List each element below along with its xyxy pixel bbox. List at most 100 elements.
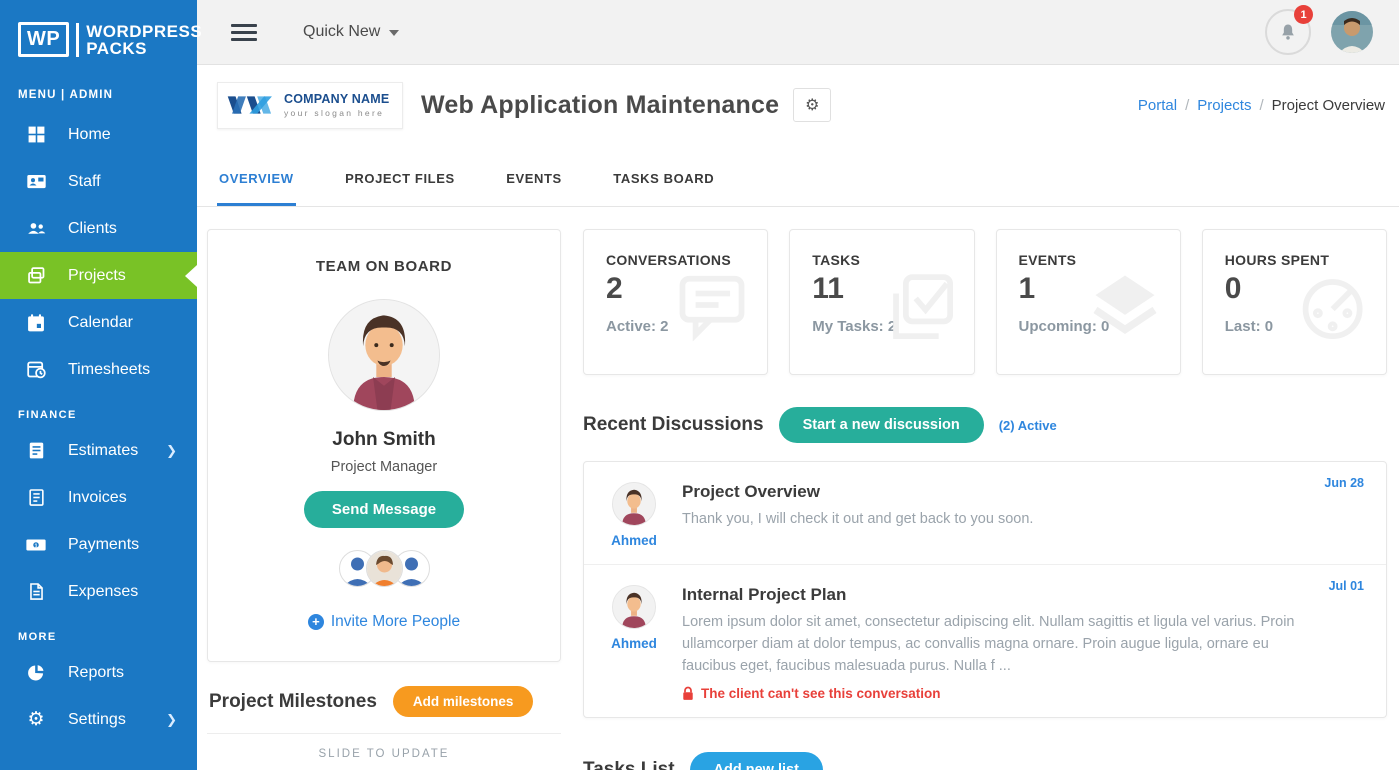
discussion-author[interactable]: Ahmed	[608, 533, 660, 548]
calendar-icon	[25, 312, 47, 334]
private-conversation-note: The client can't see this conversation	[682, 686, 1302, 701]
sidebar-item-expenses[interactable]: Expenses	[0, 568, 197, 615]
sidebar-item-timesheets[interactable]: Timesheets	[0, 346, 197, 393]
member-role: Project Manager	[228, 459, 540, 475]
logo-wp-mark: WP	[18, 22, 69, 57]
plus-icon: +	[308, 614, 324, 630]
team-member-avatar[interactable]	[366, 550, 403, 587]
topbar: Quick New 1	[197, 0, 1399, 65]
discussions-list: Ahmed Project Overview Thank you, I will…	[583, 461, 1387, 718]
app-logo[interactable]: WP WORDPRESS PACKS	[0, 0, 197, 77]
sidebar: WP WORDPRESS PACKS MENU | ADMIN Home Sta…	[0, 0, 197, 770]
company-slogan: your slogan here	[284, 108, 389, 118]
staff-icon	[25, 171, 47, 193]
layers-icon	[1084, 264, 1166, 346]
tasks-stat-card: TASKS 11 My Tasks: 2	[789, 229, 974, 375]
svg-text:1: 1	[34, 543, 37, 549]
discussion-date: Jun 28	[1324, 476, 1364, 490]
discussion-row[interactable]: Ahmed Project Overview Thank you, I will…	[584, 462, 1386, 564]
invoices-icon	[25, 487, 47, 509]
milestones-heading: Project Milestones	[209, 691, 377, 713]
team-on-board-card: TEAM ON BOARD John Smith Pr	[207, 229, 561, 662]
lock-icon	[682, 686, 694, 701]
invite-more-people-link[interactable]: + Invite More People	[228, 613, 540, 631]
active-discussions-count[interactable]: (2) Active	[999, 418, 1057, 433]
chat-bubble-icon	[671, 264, 753, 346]
discussion-title[interactable]: Project Overview	[682, 482, 1302, 502]
discussion-row[interactable]: Ahmed Internal Project Plan Lorem ipsum …	[584, 564, 1386, 717]
breadcrumb: Portal / Projects / Project Overview	[1138, 97, 1385, 114]
bell-icon	[1278, 21, 1298, 43]
breadcrumb-current: Project Overview	[1272, 97, 1385, 114]
user-avatar[interactable]	[1331, 11, 1373, 53]
discussion-date: Jul 01	[1329, 579, 1364, 593]
caret-down-icon	[389, 30, 399, 36]
discussions-heading: Recent Discussions	[583, 414, 764, 436]
sidebar-item-projects[interactable]: Projects	[0, 252, 197, 299]
logo-wordmark: WORDPRESS PACKS	[76, 23, 202, 57]
logo-line2: PACKS	[86, 40, 202, 57]
discussion-snippet: Thank you, I will check it out and get b…	[682, 509, 1302, 531]
projects-icon	[25, 265, 47, 287]
sidebar-item-invoices[interactable]: Invoices	[0, 474, 197, 521]
company-name: COMPANY NAME	[284, 92, 389, 106]
notifications-button[interactable]: 1	[1265, 9, 1311, 55]
breadcrumb-portal[interactable]: Portal	[1138, 97, 1177, 114]
sidebar-item-clients[interactable]: Clients	[0, 205, 197, 252]
check-square-icon	[878, 264, 960, 346]
discussion-snippet: Lorem ipsum dolor sit amet, consectetur …	[682, 612, 1302, 677]
project-settings-button[interactable]: ⚙	[793, 88, 831, 122]
tab-overview[interactable]: OVERVIEW	[217, 145, 296, 206]
sidebar-item-staff[interactable]: Staff	[0, 158, 197, 205]
tab-tasks-board[interactable]: TASKS BOARD	[611, 145, 716, 206]
estimates-icon	[25, 440, 47, 462]
quick-new-dropdown[interactable]: Quick New	[303, 23, 399, 41]
sidebar-item-reports[interactable]: Reports	[0, 649, 197, 696]
finance-section-label: FINANCE	[0, 393, 197, 427]
main-area: Quick New 1	[197, 0, 1399, 770]
team-heading: TEAM ON BOARD	[228, 258, 540, 275]
tab-project-files[interactable]: PROJECT FILES	[343, 145, 457, 206]
hours-spent-stat-card: HOURS SPENT 0 Last: 0	[1202, 229, 1387, 375]
milestone-slider: SLIDE TO UPDATE 3%10%20%30%40%50%60%70%8…	[207, 733, 561, 770]
conversations-stat-card: CONVERSATIONS 2 Active: 2	[583, 229, 768, 375]
discussion-author-avatar	[612, 585, 656, 629]
page-title: Web Application Maintenance	[421, 91, 779, 120]
sidebar-item-settings[interactable]: ⚙ Settings ❯	[0, 696, 197, 743]
chevron-right-icon: ❯	[166, 712, 177, 728]
tasks-list-heading: Tasks List	[583, 759, 675, 770]
sidebar-item-calendar[interactable]: Calendar	[0, 299, 197, 346]
project-tabs: OVERVIEW PROJECT FILES EVENTS TASKS BOAR…	[197, 145, 1399, 207]
member-avatar	[328, 299, 440, 411]
sidebar-item-estimates[interactable]: Estimates ❯	[0, 427, 197, 474]
breadcrumb-projects[interactable]: Projects	[1197, 97, 1251, 114]
add-milestones-button[interactable]: Add milestones	[393, 686, 534, 717]
member-name: John Smith	[228, 429, 540, 451]
timer-icon	[1290, 264, 1372, 346]
clients-icon	[25, 218, 47, 240]
more-section-label: MORE	[0, 615, 197, 649]
team-mini-avatars	[228, 550, 540, 587]
slide-to-update-label: SLIDE TO UPDATE	[207, 748, 561, 760]
discussion-title[interactable]: Internal Project Plan	[682, 585, 1302, 605]
timesheets-icon	[25, 359, 47, 381]
chevron-right-icon: ❯	[166, 443, 177, 459]
payments-icon: 1	[25, 534, 47, 556]
menu-admin-label: MENU | ADMIN	[0, 77, 197, 111]
events-stat-card: EVENTS 1 Upcoming: 0	[996, 229, 1181, 375]
send-message-button[interactable]: Send Message	[304, 491, 464, 528]
tab-events[interactable]: EVENTS	[504, 145, 564, 206]
expenses-icon	[25, 581, 47, 603]
start-discussion-button[interactable]: Start a new discussion	[779, 407, 984, 443]
add-new-list-button[interactable]: Add new list	[690, 752, 823, 770]
discussion-author-avatar	[612, 482, 656, 526]
page-header: COMPANY NAME your slogan here Web Applic…	[197, 65, 1399, 145]
company-logo-mark	[226, 91, 278, 119]
discussion-author[interactable]: Ahmed	[608, 636, 660, 651]
user-photo	[1331, 11, 1373, 53]
sidebar-item-payments[interactable]: 1 Payments	[0, 521, 197, 568]
settings-gear-icon: ⚙	[25, 709, 47, 731]
sidebar-item-home[interactable]: Home	[0, 111, 197, 158]
reports-icon	[25, 662, 47, 684]
hamburger-menu-icon[interactable]	[231, 20, 257, 45]
